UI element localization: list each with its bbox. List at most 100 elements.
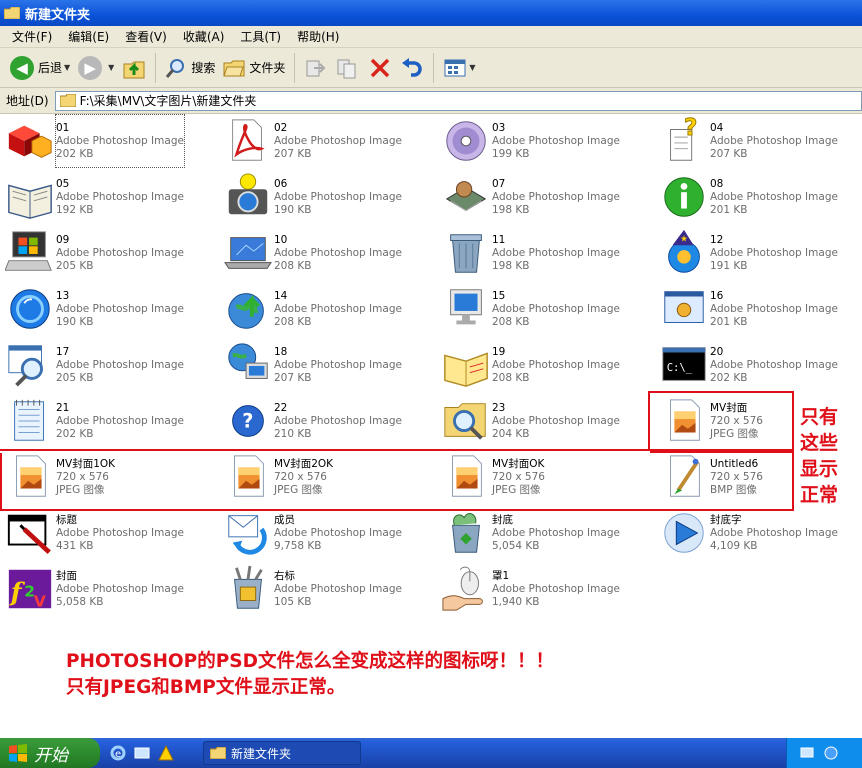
file-item[interactable]: f 2 V 封面 Adobe Photoshop Image 5,058 KB [4, 563, 214, 615]
file-item[interactable]: 02 Adobe Photoshop Image 207 KB [222, 115, 432, 167]
title-bar[interactable]: 新建文件夹 [0, 0, 862, 26]
menu-edit[interactable]: 编辑(E) [60, 28, 117, 45]
file-item[interactable]: 09 Adobe Photoshop Image 205 KB [4, 227, 214, 279]
file-item[interactable]: 标题 Adobe Photoshop Image 431 KB [4, 507, 214, 559]
toolbar-separator [155, 52, 157, 83]
taskbar: 开始 e 新建文件夹 [0, 738, 862, 768]
file-info: 13 Adobe Photoshop Image 190 KB [56, 283, 184, 335]
file-size: 201 KB [710, 204, 748, 216]
network-icon[interactable] [799, 745, 815, 761]
file-item[interactable]: 03 Adobe Photoshop Image 199 KB [440, 115, 650, 167]
file-info: 11 Adobe Photoshop Image 198 KB [492, 227, 620, 279]
file-name: 09 [56, 234, 70, 246]
open-book-icon [4, 171, 56, 223]
start-button[interactable]: 开始 [0, 738, 100, 768]
file-type: Adobe Photoshop Image [274, 247, 402, 259]
file-item[interactable]: 18 Adobe Photoshop Image 207 KB [222, 339, 432, 391]
delete-button[interactable] [364, 51, 396, 85]
file-item[interactable]: 右标 Adobe Photoshop Image 105 KB [222, 563, 432, 615]
start-label: 开始 [34, 745, 68, 766]
ie-icon[interactable]: e [110, 745, 126, 761]
copy-to-button[interactable] [332, 51, 364, 85]
back-button[interactable]: ◀ 后退 ▼ [6, 51, 74, 85]
file-item[interactable]: 19 Adobe Photoshop Image 208 KB [440, 339, 650, 391]
up-folder-button[interactable] [118, 51, 150, 85]
file-name: 23 [492, 402, 506, 414]
warning-icon[interactable] [158, 745, 174, 761]
file-name: 13 [56, 290, 70, 302]
file-item[interactable]: 14 Adobe Photoshop Image 208 KB [222, 283, 432, 335]
file-item[interactable]: 21 Adobe Photoshop Image 202 KB [4, 395, 214, 447]
file-item[interactable]: 05 Adobe Photoshop Image 192 KB [4, 171, 214, 223]
file-type: Adobe Photoshop Image [56, 191, 184, 203]
file-name: 05 [56, 178, 70, 190]
search-button[interactable]: 搜索 [161, 51, 219, 85]
file-item[interactable]: MV封面1OK 720 x 576 JPEG 图像 [4, 451, 214, 503]
move-to-button[interactable] [300, 51, 332, 85]
svg-text:★: ★ [680, 234, 688, 244]
file-type: Adobe Photoshop Image [492, 359, 620, 371]
menu-file[interactable]: 文件(F) [4, 28, 60, 45]
file-item[interactable]: 封底字 Adobe Photoshop Image 4,109 KB [658, 507, 862, 559]
file-item[interactable]: 罩1 Adobe Photoshop Image 1,940 KB [440, 563, 650, 615]
file-type: Adobe Photoshop Image [710, 303, 838, 315]
file-item[interactable]: 10 Adobe Photoshop Image 208 KB [222, 227, 432, 279]
file-item[interactable]: ★ 12 Adobe Photoshop Image 191 KB [658, 227, 862, 279]
file-info: 08 Adobe Photoshop Image 201 KB [710, 171, 838, 223]
file-item[interactable]: C:\_ 20 Adobe Photoshop Image 202 KB [658, 339, 862, 391]
file-item[interactable]: MV封面OK 720 x 576 JPEG 图像 [440, 451, 650, 503]
globe-tray-icon[interactable] [823, 745, 839, 761]
notepad-icon [4, 395, 56, 447]
forward-button[interactable]: ▶ ▼ [74, 51, 118, 85]
file-item[interactable]: ? 22 Adobe Photoshop Image 210 KB [222, 395, 432, 447]
file-type: Adobe Photoshop Image [274, 415, 402, 427]
menu-favorites[interactable]: 收藏(A) [175, 28, 233, 45]
views-button[interactable]: ▼ [439, 51, 479, 85]
desktop-icon[interactable] [134, 745, 150, 761]
file-name: Untitled6 [710, 458, 759, 470]
recycle-full-icon [440, 507, 492, 559]
folders-button[interactable]: 文件夹 [219, 51, 289, 85]
undo-button[interactable] [396, 51, 428, 85]
file-name: MV封面 [710, 402, 748, 414]
file-item[interactable]: 07 Adobe Photoshop Image 198 KB [440, 171, 650, 223]
file-name: 01 [56, 122, 70, 134]
menu-help[interactable]: 帮助(H) [289, 28, 347, 45]
circuit-chip-icon [440, 171, 492, 223]
file-item[interactable]: 15 Adobe Photoshop Image 208 KB [440, 283, 650, 335]
file-type: Adobe Photoshop Image [492, 527, 620, 539]
menu-view[interactable]: 查看(V) [117, 28, 175, 45]
file-info: 19 Adobe Photoshop Image 208 KB [492, 339, 620, 391]
taskbar-window-label: 新建文件夹 [231, 746, 292, 761]
file-item[interactable]: 17 Adobe Photoshop Image 205 KB [4, 339, 214, 391]
folder-up-icon [123, 61, 145, 78]
file-name: 06 [274, 178, 288, 190]
address-path: F:\采集\MV\文字图片\新建文件夹 [79, 94, 257, 108]
file-item[interactable]: 11 Adobe Photoshop Image 198 KB [440, 227, 650, 279]
menu-tools[interactable]: 工具(T) [232, 28, 289, 45]
file-item[interactable]: 08 Adobe Photoshop Image 201 KB [658, 171, 862, 223]
file-item[interactable]: 封底 Adobe Photoshop Image 5,054 KB [440, 507, 650, 559]
file-info: 成员 Adobe Photoshop Image 9,758 KB [274, 507, 402, 559]
file-name: 右标 [274, 570, 295, 582]
file-type: Adobe Photoshop Image [492, 303, 620, 315]
file-name: 02 [274, 122, 288, 134]
address-input[interactable]: F:\采集\MV\文字图片\新建文件夹 [54, 90, 862, 111]
file-name: 20 [710, 346, 724, 358]
file-name: 10 [274, 234, 288, 246]
file-item[interactable]: 成员 Adobe Photoshop Image 9,758 KB [222, 507, 432, 559]
file-item[interactable]: MV封面2OK 720 x 576 JPEG 图像 [222, 451, 432, 503]
file-item[interactable]: 13 Adobe Photoshop Image 190 KB [4, 283, 214, 335]
file-name: 成员 [274, 514, 295, 526]
system-tray [786, 738, 862, 768]
move-to-icon [306, 60, 326, 76]
file-size: 105 KB [274, 596, 312, 608]
file-item[interactable]: ? 04 Adobe Photoshop Image 207 KB [658, 115, 862, 167]
file-item[interactable]: 01 Adobe Photoshop Image 202 KB [4, 114, 214, 168]
chevron-down-icon: ▼ [469, 63, 476, 72]
file-item[interactable]: 16 Adobe Photoshop Image 201 KB [658, 283, 862, 335]
jpeg-image-icon [440, 451, 492, 503]
file-item[interactable]: 06 Adobe Photoshop Image 190 KB [222, 171, 432, 223]
taskbar-window-button[interactable]: 新建文件夹 [203, 741, 361, 765]
file-item[interactable]: 23 Adobe Photoshop Image 204 KB [440, 395, 650, 447]
